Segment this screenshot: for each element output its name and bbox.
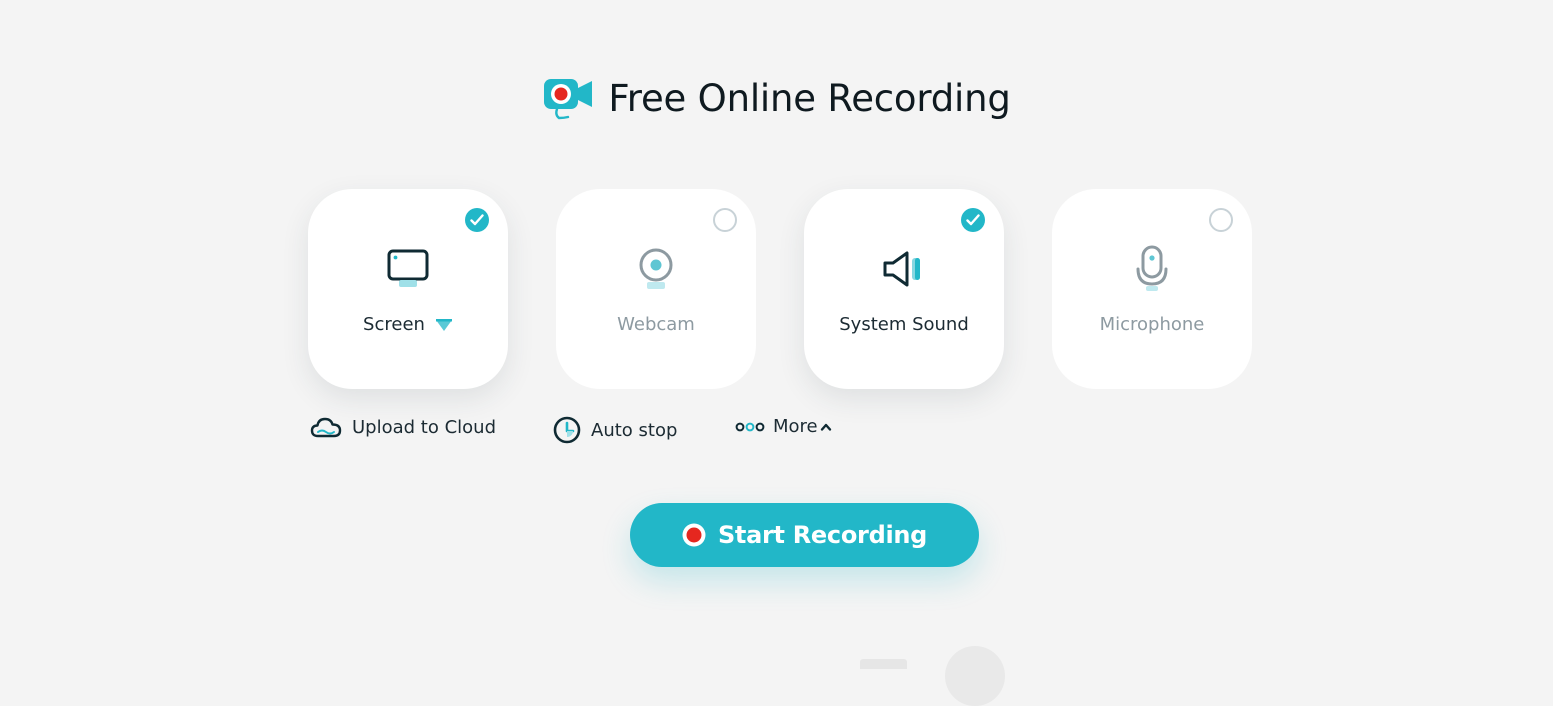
source-card-microphone[interactable]: Microphone bbox=[1052, 189, 1252, 389]
webcam-checkbox[interactable] bbox=[713, 208, 737, 232]
screen-checkbox[interactable] bbox=[465, 208, 489, 232]
chevron-down-icon[interactable] bbox=[435, 318, 453, 332]
webcam-icon bbox=[632, 245, 680, 293]
source-card-webcam[interactable]: Webcam bbox=[556, 189, 756, 389]
video-camera-record-icon bbox=[544, 79, 593, 120]
upload-to-cloud-label: Upload to Cloud bbox=[352, 416, 496, 438]
recording-options: Upload to Cloud Auto stop More bbox=[310, 416, 1010, 446]
clock-icon bbox=[553, 416, 581, 444]
start-recording-label: Start Recording bbox=[717, 521, 928, 549]
source-card-screen[interactable]: Screen bbox=[308, 189, 508, 389]
more-option[interactable]: More bbox=[735, 416, 832, 437]
start-recording-button[interactable]: Start Recording bbox=[630, 503, 979, 567]
bottom-decoration-circle bbox=[945, 646, 1005, 706]
recording-sources: Screen Webcam System Sound Microphone bbox=[308, 189, 1252, 389]
checkmark-icon bbox=[470, 214, 484, 226]
webcam-label: Webcam bbox=[617, 314, 695, 335]
chevron-up-icon bbox=[820, 423, 831, 431]
upload-to-cloud-option[interactable]: Upload to Cloud bbox=[310, 416, 496, 438]
bottom-decoration bbox=[860, 659, 907, 669]
system-sound-label: System Sound bbox=[839, 314, 969, 335]
page-header: Free Online Recording bbox=[0, 74, 1553, 122]
auto-stop-option[interactable]: Auto stop bbox=[553, 416, 677, 444]
screen-label: Screen bbox=[363, 314, 425, 335]
system-sound-checkbox[interactable] bbox=[961, 208, 985, 232]
monitor-icon bbox=[384, 245, 432, 293]
microphone-checkbox[interactable] bbox=[1209, 208, 1233, 232]
more-label: More bbox=[773, 416, 818, 437]
auto-stop-label: Auto stop bbox=[591, 419, 678, 441]
checkmark-icon bbox=[966, 214, 980, 226]
record-dot-icon bbox=[682, 523, 706, 547]
speaker-icon bbox=[880, 245, 928, 293]
microphone-icon bbox=[1128, 245, 1176, 293]
source-card-system-sound[interactable]: System Sound bbox=[804, 189, 1004, 389]
microphone-label: Microphone bbox=[1099, 314, 1205, 335]
dots-icon bbox=[735, 422, 765, 431]
page-title: Free Online Recording bbox=[608, 76, 1011, 120]
cloud-icon bbox=[310, 417, 342, 438]
